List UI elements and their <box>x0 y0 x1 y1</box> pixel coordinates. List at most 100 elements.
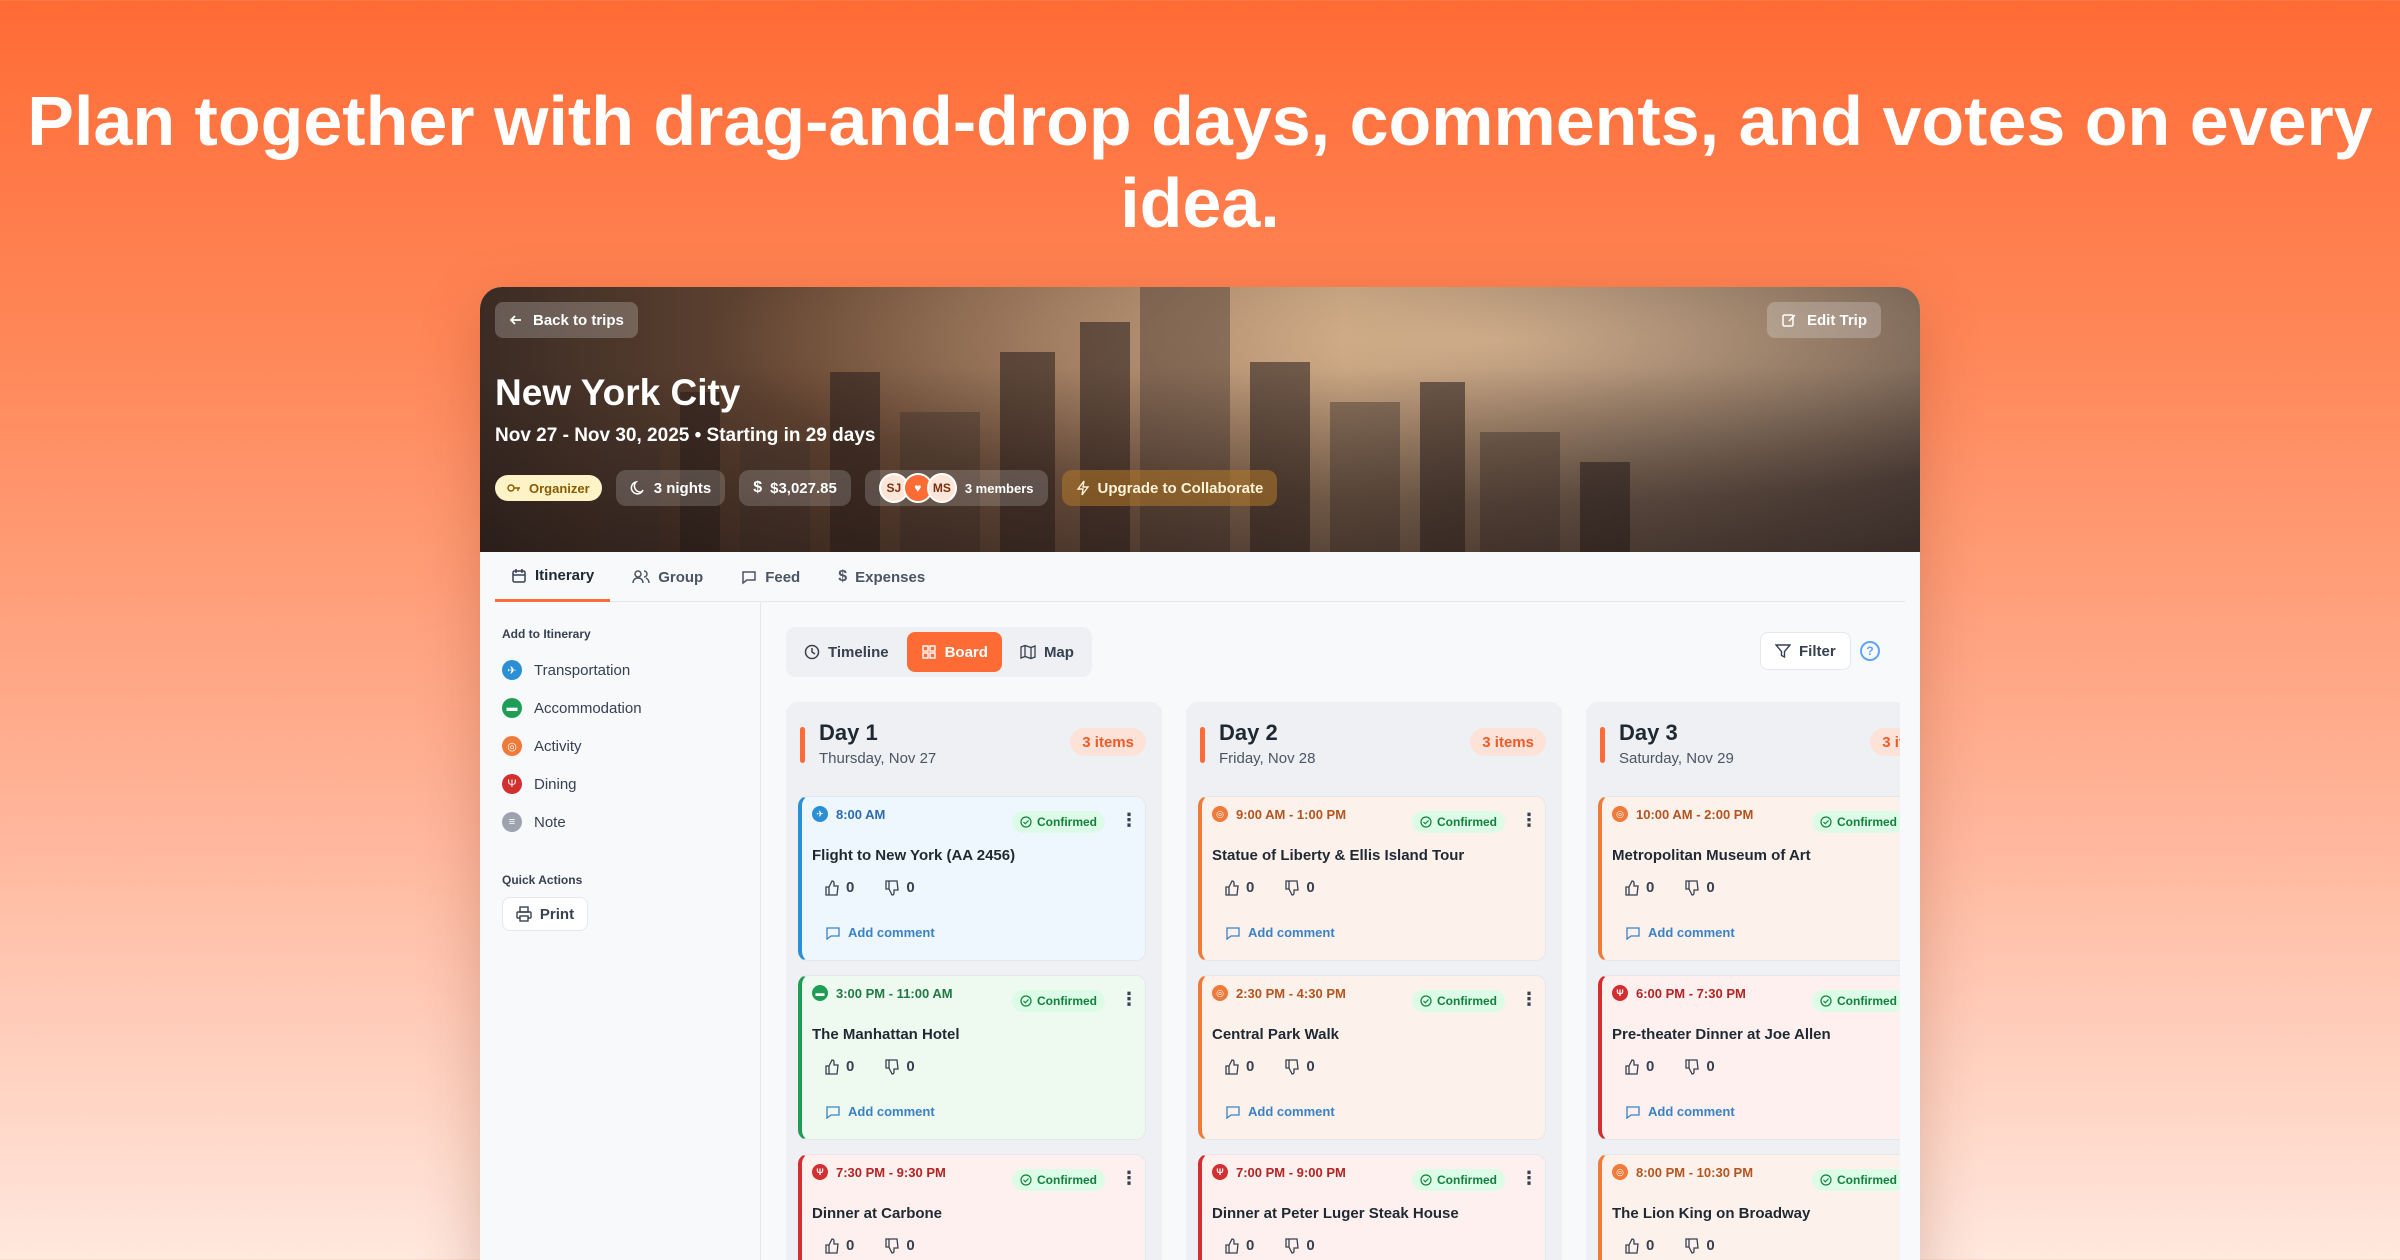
members-label: 3 members <box>964 480 1034 496</box>
itinerary-card[interactable]: ◎ 9:00 AM - 1:00 PM Confirmed ⋮ Statue o… <box>1198 796 1546 961</box>
divider <box>760 602 761 1260</box>
itinerary-card[interactable]: ◎ 2:30 PM - 4:30 PM Confirmed ⋮ Central … <box>1198 975 1546 1140</box>
upvote-button[interactable]: 0 <box>1224 1237 1254 1254</box>
downvote-button[interactable]: 0 <box>884 1237 915 1254</box>
dollar-icon: $ <box>838 568 848 585</box>
item-count-badge: 3 items <box>1070 728 1146 756</box>
add-comment-label: Add comment <box>1648 925 1735 940</box>
downvote-button[interactable]: 0 <box>884 879 915 896</box>
downvote-button[interactable]: 0 <box>1284 1237 1315 1254</box>
sidebar-item-accommodation[interactable]: ▬ Accommodation <box>495 689 755 727</box>
card-title: Pre-theater Dinner at Joe Allen <box>1612 1026 1831 1043</box>
thumbs-up-icon <box>1224 1237 1240 1254</box>
itinerary-card[interactable]: ◎ 8:00 PM - 10:30 PM Confirmed ⋮ The Lio… <box>1598 1154 1900 1260</box>
thumbs-down-icon <box>884 1058 900 1075</box>
check-circle-icon <box>1020 1174 1032 1186</box>
app-window: Back to trips Edit Trip New York City No… <box>480 287 1920 1260</box>
upvote-button[interactable]: 0 <box>1624 879 1654 896</box>
itinerary-card[interactable]: ◎ 10:00 AM - 2:00 PM Confirmed ⋮ Metropo… <box>1598 796 1900 961</box>
downvote-button[interactable]: 0 <box>1684 1237 1715 1254</box>
add-comment-button[interactable]: Add comment <box>1626 1104 1735 1119</box>
upvote-button[interactable]: 0 <box>1224 879 1254 896</box>
print-button[interactable]: Print <box>502 897 588 931</box>
transportation-icon: ✈ <box>502 660 522 680</box>
upgrade-to-collaborate-button[interactable]: Upgrade to Collaborate <box>1061 470 1278 506</box>
check-circle-icon <box>1820 995 1832 1007</box>
sidebar: Add to Itinerary ✈ Transportation ▬ Acco… <box>495 627 755 931</box>
sidebar-item-activity[interactable]: ◎ Activity <box>495 727 755 765</box>
dollar-icon: $ <box>753 479 763 496</box>
upvote-button[interactable]: 0 <box>824 1237 854 1254</box>
day-accent-bar <box>800 727 805 763</box>
tab-label: Feed <box>765 568 801 586</box>
tab-itinerary[interactable]: Itinerary <box>495 552 611 602</box>
filter-button[interactable]: Filter <box>1760 632 1851 670</box>
members-badge[interactable]: SJ ♥ MS 3 members <box>864 470 1048 506</box>
view-timeline-button[interactable]: Timeline <box>790 632 903 672</box>
tab-group[interactable]: Group <box>616 552 719 602</box>
activity-icon: ◎ <box>1212 806 1228 822</box>
trip-hero-banner: Back to trips Edit Trip New York City No… <box>480 287 1920 552</box>
more-options-icon[interactable]: ⋮ <box>1520 1169 1538 1187</box>
add-comment-button[interactable]: Add comment <box>1226 1104 1335 1119</box>
sidebar-item-dining[interactable]: Ψ Dining <box>495 765 755 803</box>
tab-label: Expenses <box>855 568 926 586</box>
downvote-count: 0 <box>1706 879 1715 896</box>
upvote-button[interactable]: 0 <box>824 879 854 896</box>
budget-label: $3,027.85 <box>770 479 837 497</box>
itinerary-card[interactable]: Ψ 7:00 PM - 9:00 PM Confirmed ⋮ Dinner a… <box>1198 1154 1546 1260</box>
day-column[interactable]: Day 1 Thursday, Nov 27 3 items ✈ 8:00 AM… <box>786 702 1162 1260</box>
add-comment-label: Add comment <box>1648 1104 1735 1119</box>
upvote-button[interactable]: 0 <box>1624 1058 1654 1075</box>
status-label: Confirmed <box>1837 815 1897 829</box>
day-column-header: Day 1 Thursday, Nov 27 3 items <box>786 702 1162 796</box>
view-map-button[interactable]: Map <box>1006 632 1088 672</box>
activity-icon: ◎ <box>1212 985 1228 1001</box>
itinerary-card[interactable]: ▬ 3:00 PM - 11:00 AM Confirmed ⋮ The Man… <box>798 975 1146 1140</box>
upvote-count: 0 <box>1246 879 1255 896</box>
day-column[interactable]: Day 2 Friday, Nov 28 3 items ◎ 9:00 AM -… <box>1186 702 1562 1260</box>
help-icon[interactable]: ? <box>1860 641 1880 661</box>
itinerary-card[interactable]: Ψ 6:00 PM - 7:30 PM Confirmed ⋮ Pre-thea… <box>1598 975 1900 1140</box>
status-badge: Confirmed <box>1012 1169 1105 1191</box>
edit-trip-button[interactable]: Edit Trip <box>1767 302 1881 338</box>
check-circle-icon <box>1820 816 1832 828</box>
quick-actions-heading: Quick Actions <box>502 873 583 887</box>
status-label: Confirmed <box>1837 994 1897 1008</box>
card-title: Central Park Walk <box>1212 1026 1339 1043</box>
back-to-trips-button[interactable]: Back to trips <box>495 302 638 338</box>
more-options-icon[interactable]: ⋮ <box>1120 811 1138 829</box>
more-options-icon[interactable]: ⋮ <box>1120 990 1138 1008</box>
itinerary-card[interactable]: Ψ 7:30 PM - 9:30 PM Confirmed ⋮ Dinner a… <box>798 1154 1146 1260</box>
more-options-icon[interactable]: ⋮ <box>1520 811 1538 829</box>
sidebar-item-transportation[interactable]: ✈ Transportation <box>495 651 755 689</box>
message-icon <box>741 569 757 585</box>
tab-expenses[interactable]: $ Expenses <box>822 552 941 602</box>
downvote-button[interactable]: 0 <box>1684 1058 1715 1075</box>
more-options-icon[interactable]: ⋮ <box>1520 990 1538 1008</box>
sidebar-item-note[interactable]: ≡ Note <box>495 803 755 841</box>
day-column[interactable]: Day 3 Saturday, Nov 29 3 items ◎ 10:00 A… <box>1586 702 1900 1260</box>
view-label: Map <box>1043 643 1074 661</box>
utensils-icon: Ψ <box>1212 1164 1228 1180</box>
view-switcher: Timeline Board Map <box>786 627 1092 677</box>
tab-feed[interactable]: Feed <box>725 552 816 602</box>
upvote-button[interactable]: 0 <box>1624 1237 1654 1254</box>
activity-icon: ◎ <box>1612 1164 1628 1180</box>
view-board-button[interactable]: Board <box>906 632 1002 672</box>
upvote-button[interactable]: 0 <box>1224 1058 1254 1075</box>
thumbs-up-icon <box>1224 1058 1240 1075</box>
add-comment-button[interactable]: Add comment <box>826 1104 935 1119</box>
add-comment-button[interactable]: Add comment <box>1226 925 1335 940</box>
upvote-button[interactable]: 0 <box>824 1058 854 1075</box>
downvote-button[interactable]: 0 <box>1684 879 1715 896</box>
itinerary-card[interactable]: ✈ 8:00 AM Confirmed ⋮ Flight to New York… <box>798 796 1146 961</box>
add-comment-button[interactable]: Add comment <box>1626 925 1735 940</box>
add-comment-button[interactable]: Add comment <box>826 925 935 940</box>
downvote-button[interactable]: 0 <box>884 1058 915 1075</box>
downvote-button[interactable]: 0 <box>1284 1058 1315 1075</box>
edit-icon <box>1781 312 1797 328</box>
downvote-button[interactable]: 0 <box>1284 879 1315 896</box>
map-icon <box>1020 644 1036 660</box>
more-options-icon[interactable]: ⋮ <box>1120 1169 1138 1187</box>
